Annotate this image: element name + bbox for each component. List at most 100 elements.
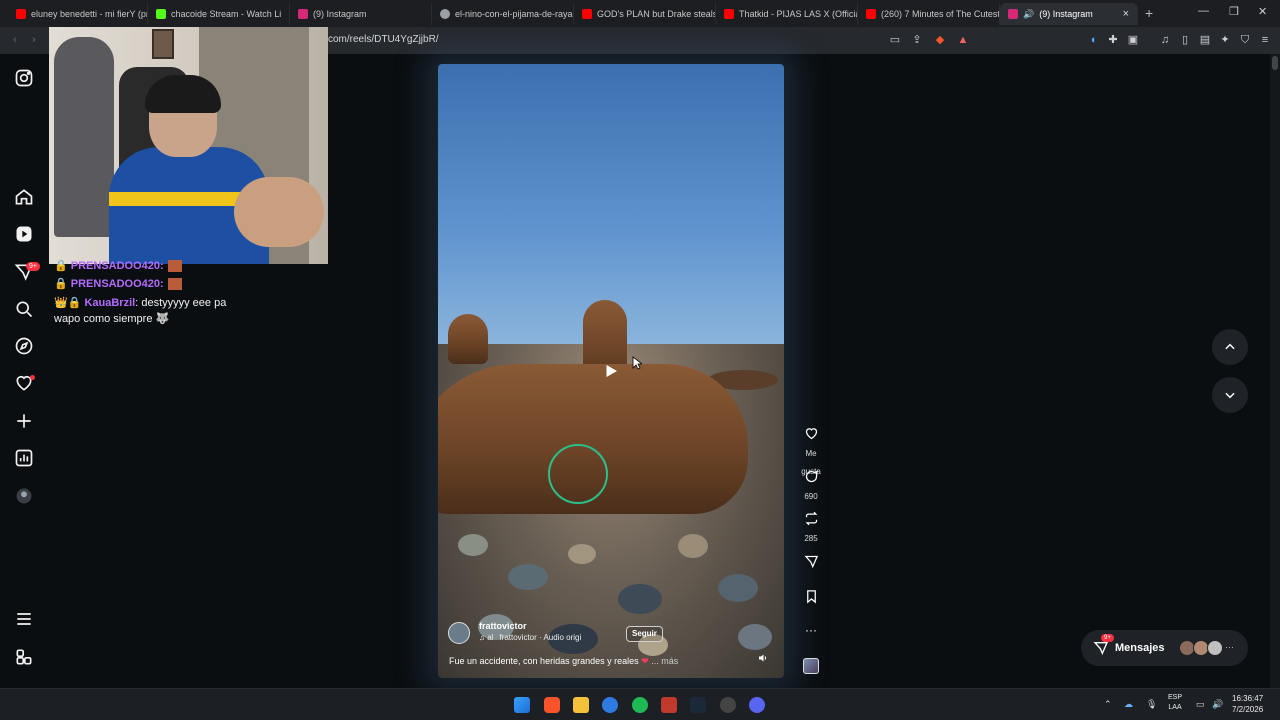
- network-icon[interactable]: ▭: [1196, 699, 1205, 710]
- more-options-icon[interactable]: ···: [795, 624, 827, 636]
- kick-icon: [156, 9, 166, 19]
- clock-date: 7/2/2026: [1232, 705, 1264, 714]
- wallet-icon[interactable]: ▤: [1198, 33, 1212, 47]
- tab-label: (9) Instagram: [1039, 9, 1093, 19]
- audio-icon[interactable]: ◖: [1086, 33, 1100, 47]
- url-field[interactable]: com/reels/DTU4YgZjjbR/: [328, 34, 439, 45]
- reel-caption[interactable]: Fue un accidente, con heridas grandes y …: [449, 656, 678, 667]
- windows-taskbar: ⌃ ☁ 🎙 ▭ 🔊: [0, 688, 1280, 720]
- webcam-overlay: [49, 27, 328, 264]
- tab-chacoide[interactable]: chacoide Stream - Watch Li: [148, 3, 290, 25]
- emote-icon: [167, 260, 182, 273]
- explore-icon[interactable]: [14, 336, 34, 356]
- messages-label: Mensajes: [1115, 642, 1165, 654]
- minimize-icon[interactable]: —: [1198, 5, 1209, 17]
- meta-icon[interactable]: [14, 647, 34, 667]
- repost-count: 285: [804, 534, 818, 543]
- app-icon[interactable]: [661, 697, 677, 713]
- play-icon[interactable]: [602, 362, 620, 380]
- language-indicator[interactable]: ESP LAA: [1168, 693, 1182, 713]
- microphone-icon[interactable]: 🎙: [1146, 699, 1157, 710]
- sea-lion-back: [448, 314, 488, 364]
- bing-icon[interactable]: [602, 697, 618, 713]
- menu-icon[interactable]: [14, 609, 34, 629]
- brave-shields-icon[interactable]: ◆: [933, 33, 947, 47]
- brave-icon[interactable]: [544, 697, 560, 713]
- discord-icon[interactable]: [749, 697, 765, 713]
- more-icon: ···: [1225, 642, 1234, 652]
- reel-author[interactable]: frattovictor: [479, 621, 527, 631]
- extensions-icon[interactable]: ✚: [1106, 33, 1120, 47]
- reel-audio[interactable]: ♫ al frattovictor · Audio origi: [479, 633, 581, 642]
- more-link[interactable]: ... más: [651, 656, 678, 666]
- sidebar-icon[interactable]: ▯: [1178, 33, 1192, 47]
- next-reel-button[interactable]: [1212, 377, 1248, 413]
- repost-icon: [805, 511, 817, 526]
- dashboard-icon[interactable]: [14, 448, 34, 468]
- browser-tab-bar: eluney benedetti - mi fierY (pro chacoid…: [0, 0, 1280, 27]
- repost-button[interactable]: 285: [795, 511, 827, 546]
- cast-icon[interactable]: ▭: [888, 33, 902, 47]
- author-avatar[interactable]: [448, 622, 470, 644]
- tab-instagram-1[interactable]: (9) Instagram: [290, 3, 432, 25]
- tab-el-nino[interactable]: el-nino-con-el-pijama-de-raya: [432, 3, 574, 25]
- tab-instagram-active[interactable]: 🔊 (9) Instagram ×: [1000, 3, 1138, 25]
- search-icon[interactable]: [14, 299, 34, 319]
- youtube-icon: [582, 9, 592, 19]
- tab-gods-plan[interactable]: GOD's PLAN but Drake steals a: [574, 3, 716, 25]
- tray-overflow-icon[interactable]: ⌃: [1104, 699, 1112, 710]
- mouse-cursor-icon: [632, 356, 644, 370]
- follow-button[interactable]: Seguir: [626, 626, 663, 642]
- volume-icon[interactable]: [757, 651, 769, 663]
- instagram-logo-icon[interactable]: [14, 68, 34, 88]
- page-scrollbar[interactable]: [1270, 54, 1280, 688]
- forward-icon[interactable]: ›: [27, 33, 41, 47]
- save-button[interactable]: [795, 589, 827, 606]
- share-button[interactable]: [795, 554, 827, 571]
- chevron-up-icon: [1225, 343, 1235, 350]
- file-explorer-icon[interactable]: [573, 697, 589, 713]
- create-icon[interactable]: [14, 411, 34, 431]
- rope-entanglement: [548, 444, 608, 504]
- profile-icon[interactable]: [14, 486, 34, 506]
- audio-thumbnail[interactable]: [803, 658, 819, 674]
- tab-label: chacoide Stream - Watch Li: [171, 9, 282, 19]
- system-clock[interactable]: 16:36:47 7/2/2026: [1232, 693, 1263, 715]
- previous-reel-button[interactable]: [1212, 329, 1248, 365]
- comment-count: 690: [804, 492, 818, 501]
- tab-label: Thatkid - PIJAS LAS X (Official: [739, 9, 858, 19]
- close-window-icon[interactable]: ✕: [1258, 5, 1267, 18]
- obs-icon[interactable]: [720, 697, 736, 713]
- music-icon[interactable]: ♫: [1158, 33, 1172, 47]
- chat-message: 🔒 PRENSADOO420:: [54, 258, 182, 274]
- reels-icon[interactable]: [14, 224, 34, 244]
- steam-icon[interactable]: [690, 697, 706, 713]
- back-icon[interactable]: ‹: [8, 33, 22, 47]
- close-tab-icon[interactable]: ×: [1123, 8, 1129, 20]
- windows-start-icon[interactable]: [514, 697, 530, 713]
- tab-eluney[interactable]: eluney benedetti - mi fierY (pro: [8, 3, 148, 25]
- volume-tray-icon[interactable]: 🔊: [1212, 699, 1223, 710]
- instagram-icon: [298, 9, 308, 19]
- comment-button[interactable]: 690: [795, 469, 827, 504]
- heart-emoji-icon: ❤: [641, 656, 649, 666]
- messages-button[interactable]: 9+ Mensajes ···: [1081, 630, 1248, 666]
- leo-ai-icon[interactable]: ✦: [1218, 33, 1232, 47]
- vpn-icon[interactable]: ⛉: [1238, 33, 1252, 47]
- spotify-icon[interactable]: [632, 697, 648, 713]
- comment-icon: [805, 470, 818, 483]
- share-icon[interactable]: ⇪: [910, 33, 924, 47]
- screenshot-icon[interactable]: ▣: [1126, 33, 1140, 47]
- globe-icon: [440, 9, 450, 19]
- restore-icon[interactable]: ❐: [1229, 5, 1239, 18]
- tab-thatkid[interactable]: Thatkid - PIJAS LAS X (Official: [716, 3, 858, 25]
- heart-icon: [805, 428, 817, 440]
- main-menu-icon[interactable]: ≡: [1258, 33, 1272, 47]
- onedrive-icon[interactable]: ☁: [1124, 699, 1133, 710]
- new-tab-button[interactable]: +: [1145, 5, 1153, 21]
- brave-rewards-icon[interactable]: ▲: [956, 33, 970, 47]
- lang-line: ESP: [1168, 694, 1183, 701]
- tab-label: (9) Instagram: [313, 9, 367, 19]
- tab-cutest[interactable]: (260) 7 Minutes of The Cutest: [858, 3, 1000, 25]
- home-icon[interactable]: [14, 187, 34, 207]
